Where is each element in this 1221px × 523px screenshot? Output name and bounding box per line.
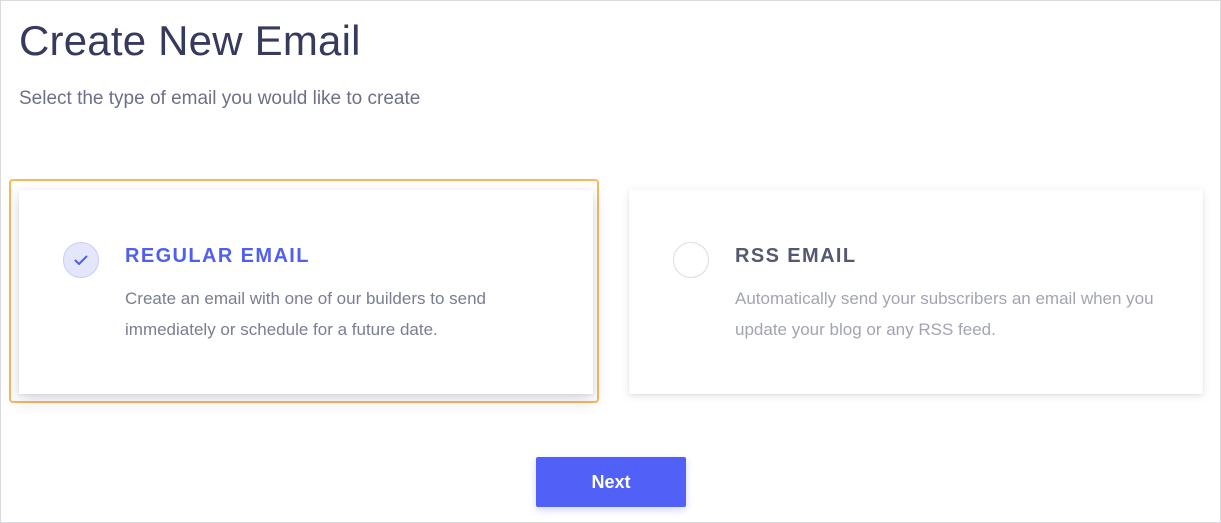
check-icon: [74, 255, 88, 266]
page-title: Create New Email: [19, 17, 361, 64]
option-description-regular-email: Create an email with one of our builders…: [125, 289, 486, 339]
option-description-rss-email: Automatically send your subscribers an e…: [735, 289, 1154, 339]
radio-regular-email[interactable]: [63, 242, 99, 278]
page-subtitle: Select the type of email you would like …: [19, 88, 421, 109]
radio-rss-email[interactable]: [673, 242, 709, 278]
option-card-regular-email[interactable]: REGULAR EMAIL Create an email with one o…: [19, 190, 593, 394]
next-button[interactable]: Next: [536, 457, 686, 507]
option-title-rss-email: RSS EMAIL: [735, 245, 857, 267]
option-title-regular-email: REGULAR EMAIL: [125, 245, 310, 267]
option-card-rss-email[interactable]: RSS EMAIL Automatically send your subscr…: [629, 190, 1203, 394]
page-frame: Create New Email Select the type of emai…: [0, 0, 1221, 523]
